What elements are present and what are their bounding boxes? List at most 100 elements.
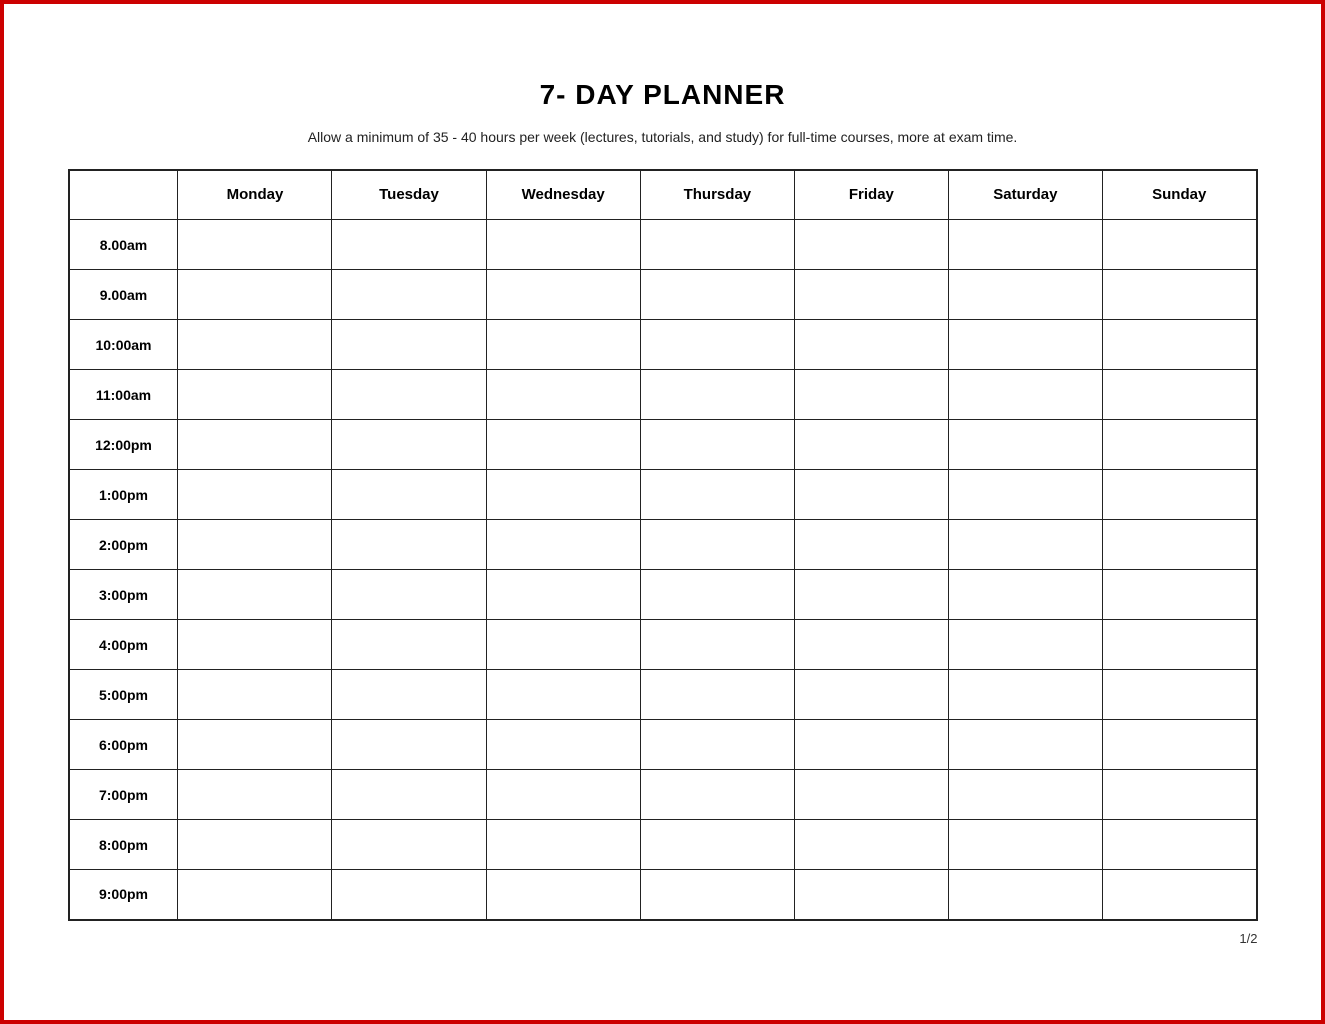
schedule-cell[interactable]	[794, 420, 948, 470]
schedule-cell[interactable]	[332, 570, 486, 620]
schedule-cell[interactable]	[332, 320, 486, 370]
schedule-cell[interactable]	[178, 370, 332, 420]
schedule-cell[interactable]	[640, 520, 794, 570]
schedule-cell[interactable]	[794, 270, 948, 320]
schedule-cell[interactable]	[948, 520, 1102, 570]
schedule-cell[interactable]	[1102, 770, 1256, 820]
schedule-cell[interactable]	[948, 670, 1102, 720]
schedule-cell[interactable]	[1102, 470, 1256, 520]
schedule-cell[interactable]	[640, 420, 794, 470]
schedule-cell[interactable]	[486, 720, 640, 770]
schedule-cell[interactable]	[1102, 870, 1256, 920]
schedule-cell[interactable]	[794, 220, 948, 270]
schedule-cell[interactable]	[178, 720, 332, 770]
schedule-cell[interactable]	[640, 370, 794, 420]
schedule-cell[interactable]	[332, 520, 486, 570]
schedule-cell[interactable]	[1102, 720, 1256, 770]
schedule-cell[interactable]	[486, 420, 640, 470]
time-label: 8:00pm	[69, 820, 178, 870]
schedule-cell[interactable]	[178, 670, 332, 720]
schedule-cell[interactable]	[948, 270, 1102, 320]
schedule-cell[interactable]	[486, 770, 640, 820]
schedule-cell[interactable]	[178, 420, 332, 470]
schedule-cell[interactable]	[640, 270, 794, 320]
schedule-cell[interactable]	[178, 220, 332, 270]
schedule-cell[interactable]	[948, 470, 1102, 520]
schedule-cell[interactable]	[1102, 320, 1256, 370]
schedule-cell[interactable]	[178, 620, 332, 670]
schedule-cell[interactable]	[794, 770, 948, 820]
schedule-cell[interactable]	[948, 420, 1102, 470]
schedule-cell[interactable]	[640, 770, 794, 820]
schedule-cell[interactable]	[486, 570, 640, 620]
schedule-cell[interactable]	[794, 320, 948, 370]
schedule-cell[interactable]	[332, 270, 486, 320]
schedule-cell[interactable]	[486, 820, 640, 870]
schedule-cell[interactable]	[640, 870, 794, 920]
schedule-cell[interactable]	[794, 820, 948, 870]
schedule-cell[interactable]	[486, 370, 640, 420]
schedule-cell[interactable]	[640, 620, 794, 670]
schedule-cell[interactable]	[948, 320, 1102, 370]
schedule-cell[interactable]	[794, 720, 948, 770]
schedule-cell[interactable]	[948, 870, 1102, 920]
schedule-cell[interactable]	[794, 470, 948, 520]
schedule-cell[interactable]	[486, 270, 640, 320]
schedule-cell[interactable]	[948, 720, 1102, 770]
schedule-cell[interactable]	[486, 320, 640, 370]
schedule-cell[interactable]	[332, 370, 486, 420]
schedule-cell[interactable]	[948, 370, 1102, 420]
schedule-cell[interactable]	[794, 370, 948, 420]
schedule-cell[interactable]	[948, 770, 1102, 820]
schedule-cell[interactable]	[640, 570, 794, 620]
schedule-cell[interactable]	[486, 220, 640, 270]
schedule-cell[interactable]	[1102, 420, 1256, 470]
schedule-cell[interactable]	[178, 870, 332, 920]
schedule-cell[interactable]	[1102, 620, 1256, 670]
schedule-cell[interactable]	[640, 670, 794, 720]
schedule-cell[interactable]	[1102, 370, 1256, 420]
schedule-cell[interactable]	[640, 220, 794, 270]
schedule-cell[interactable]	[1102, 220, 1256, 270]
schedule-cell[interactable]	[640, 470, 794, 520]
schedule-cell[interactable]	[640, 320, 794, 370]
schedule-cell[interactable]	[948, 220, 1102, 270]
schedule-cell[interactable]	[640, 820, 794, 870]
schedule-cell[interactable]	[178, 470, 332, 520]
schedule-cell[interactable]	[948, 620, 1102, 670]
schedule-cell[interactable]	[1102, 820, 1256, 870]
schedule-cell[interactable]	[1102, 570, 1256, 620]
schedule-cell[interactable]	[794, 870, 948, 920]
schedule-cell[interactable]	[178, 270, 332, 320]
table-row: 2:00pm	[69, 520, 1257, 570]
schedule-cell[interactable]	[332, 870, 486, 920]
schedule-cell[interactable]	[486, 670, 640, 720]
schedule-cell[interactable]	[794, 620, 948, 670]
schedule-cell[interactable]	[1102, 520, 1256, 570]
schedule-cell[interactable]	[178, 320, 332, 370]
schedule-cell[interactable]	[332, 720, 486, 770]
schedule-cell[interactable]	[794, 570, 948, 620]
schedule-cell[interactable]	[486, 470, 640, 520]
schedule-cell[interactable]	[332, 820, 486, 870]
schedule-cell[interactable]	[486, 620, 640, 670]
schedule-cell[interactable]	[332, 620, 486, 670]
schedule-cell[interactable]	[178, 570, 332, 620]
schedule-cell[interactable]	[332, 670, 486, 720]
schedule-cell[interactable]	[1102, 670, 1256, 720]
schedule-cell[interactable]	[948, 570, 1102, 620]
schedule-cell[interactable]	[948, 820, 1102, 870]
schedule-cell[interactable]	[178, 770, 332, 820]
schedule-cell[interactable]	[178, 520, 332, 570]
schedule-cell[interactable]	[178, 820, 332, 870]
schedule-cell[interactable]	[332, 470, 486, 520]
schedule-cell[interactable]	[1102, 270, 1256, 320]
schedule-cell[interactable]	[640, 720, 794, 770]
schedule-cell[interactable]	[486, 870, 640, 920]
schedule-cell[interactable]	[486, 520, 640, 570]
schedule-cell[interactable]	[794, 520, 948, 570]
schedule-cell[interactable]	[332, 220, 486, 270]
schedule-cell[interactable]	[794, 670, 948, 720]
schedule-cell[interactable]	[332, 420, 486, 470]
schedule-cell[interactable]	[332, 770, 486, 820]
